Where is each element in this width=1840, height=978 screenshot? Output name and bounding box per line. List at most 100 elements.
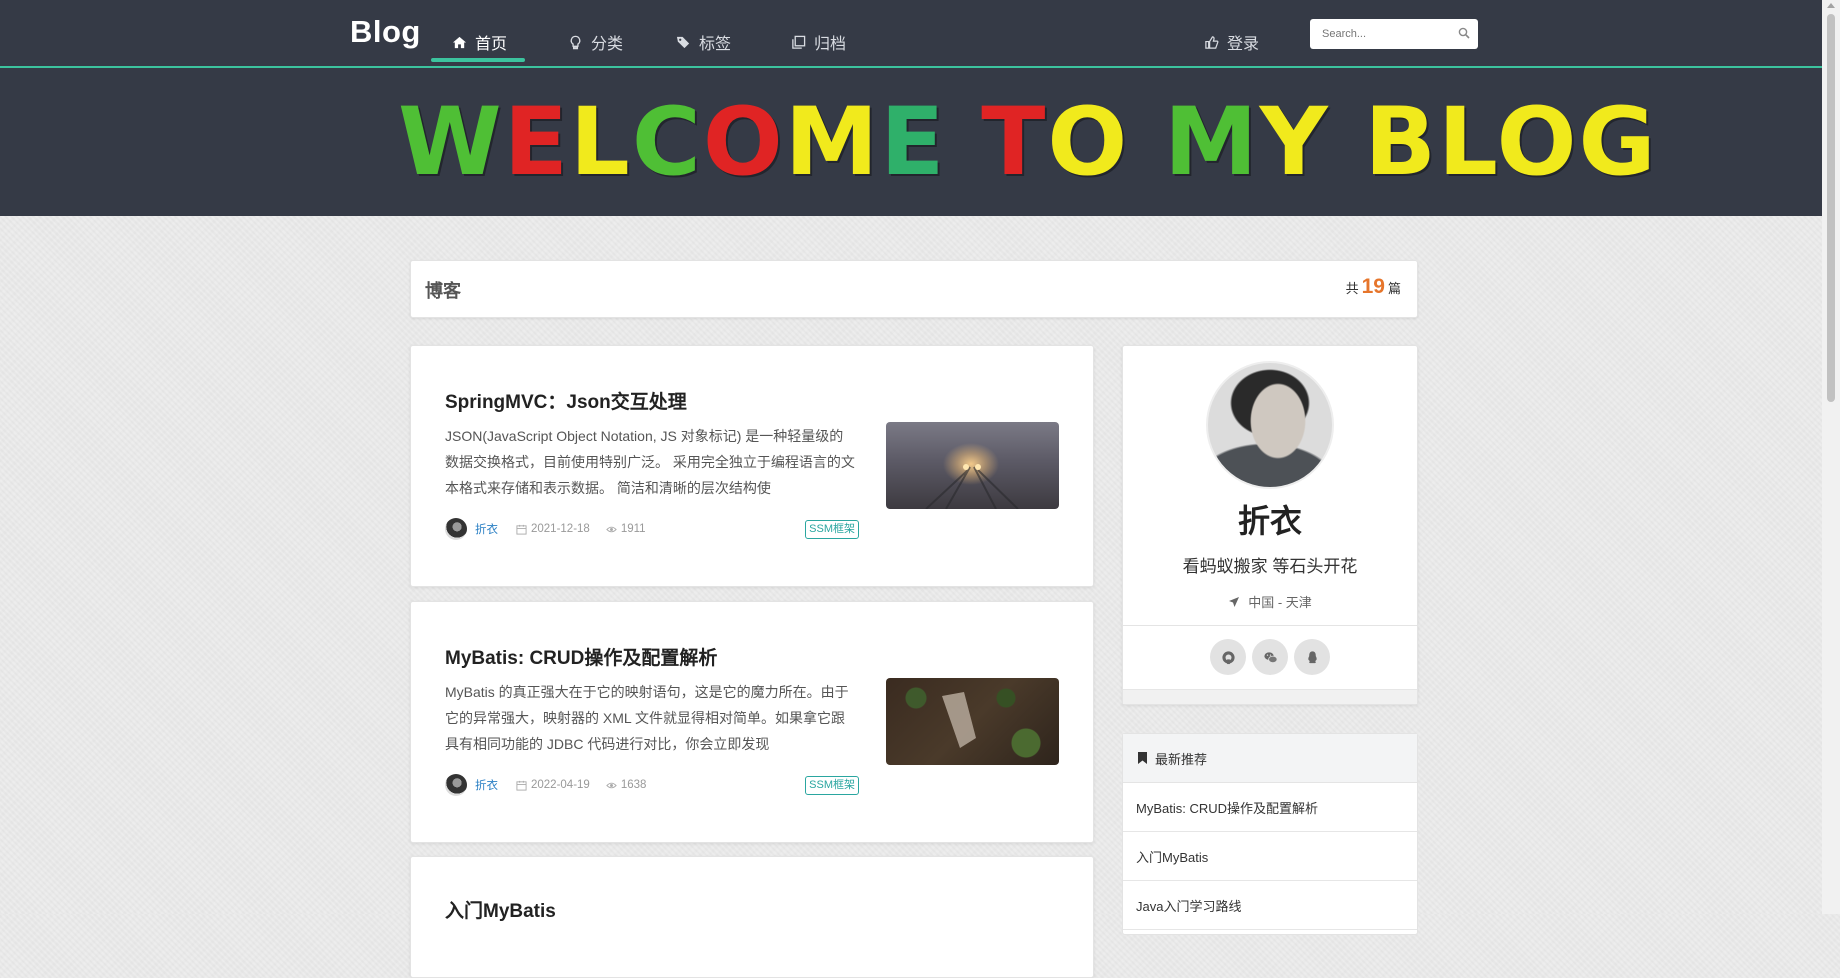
scroll-up-icon[interactable] [1827, 3, 1835, 8]
hero-char: O [702, 88, 785, 197]
hero-char: L [1438, 88, 1497, 197]
calendar-icon [516, 780, 527, 791]
recommend-panel: 最新推荐 MyBatis: CRUD操作及配置解析 入门MyBatis Java… [1122, 733, 1418, 935]
github-button[interactable] [1210, 639, 1246, 675]
article-card: 入门MyBatis [410, 856, 1094, 978]
page-scrollbar[interactable] [1822, 0, 1840, 914]
article-views: 1638 [606, 779, 647, 791]
recommend-item[interactable]: Java入门学习路线 [1123, 881, 1417, 930]
hero-char: T [981, 88, 1048, 197]
wechat-button[interactable] [1252, 639, 1288, 675]
search-input[interactable] [1320, 27, 1454, 41]
views-text: 1911 [620, 523, 646, 535]
profile-motto: 看蚂蚁搬家 等石头开花 [1182, 557, 1358, 576]
date-text: 2021-12-18 [531, 523, 590, 535]
nav-item-label: 首页 [475, 36, 508, 53]
article-card: SpringMVC：Json交互处理 JSON(JavaScript Objec… [410, 345, 1094, 587]
search-icon[interactable] [1458, 27, 1470, 39]
hero-char: C [631, 88, 703, 197]
nav-item-label: 标签 [699, 36, 732, 53]
category-tag[interactable]: SSM框架 [805, 775, 859, 795]
eye-icon [606, 782, 617, 788]
article-meta: 折衣 2022-04-19 1638 SSM框架 [445, 772, 859, 798]
count-suffix: 篇 [1387, 281, 1401, 296]
hero-char: O [1047, 88, 1130, 197]
qq-button[interactable] [1294, 639, 1330, 675]
count-prefix: 共 [1345, 281, 1359, 296]
navbar: Blog 首页 分类 标签 归档 登录 Search... [350, 0, 1480, 66]
article-meta: 折衣 2021-12-18 1911 SSM框架 [445, 516, 859, 542]
hero-char: M [784, 88, 881, 197]
clone-icon [790, 34, 806, 50]
blog-list-header: 博客 共 19 篇 [410, 260, 1418, 318]
recommend-title: 最新推荐 [1155, 751, 1208, 767]
hero-char: G [1578, 88, 1658, 197]
article-date: 2022-04-19 [516, 779, 590, 791]
nav-item-archive[interactable]: 归档 [790, 22, 846, 62]
login-label: 登录 [1227, 36, 1260, 53]
hero-banner-text: WELCOME TO MY BLOG [398, 93, 1656, 193]
social-links [1123, 639, 1417, 675]
article-date: 2021-12-18 [516, 523, 590, 535]
nav-item-label: 分类 [591, 36, 624, 53]
article-thumbnail[interactable] [886, 422, 1059, 509]
section-title: 博客 [425, 281, 461, 301]
article-excerpt: MyBatis 的真正强大在于它的映射语句，这是它的魔力所在。由于它的异常强大，… [445, 684, 849, 752]
profile-divider [1123, 625, 1417, 626]
recommend-item[interactable]: MyBatis: CRUD操作及配置解析 [1123, 783, 1417, 832]
location-text: 中国 - 天津 [1248, 595, 1312, 610]
hero-char: B [1364, 88, 1439, 197]
author-avatar [445, 518, 467, 540]
article-card: MyBatis: CRUD操作及配置解析 MyBatis 的真正强大在于它的映射… [410, 601, 1094, 843]
thumbs-up-icon [1203, 34, 1219, 50]
author-link[interactable]: 折衣 [475, 521, 498, 537]
profile-avatar [1206, 361, 1334, 489]
article-thumbnail[interactable] [886, 678, 1059, 765]
hero-char: L [569, 88, 632, 197]
hero-char: Y [1259, 88, 1330, 197]
post-count: 共 19 篇 [1346, 275, 1401, 299]
bookmark-icon [1138, 752, 1147, 764]
scrollbar-thumb[interactable] [1827, 14, 1835, 402]
nav-item-label: 归档 [814, 36, 847, 53]
nav-item-category[interactable]: 分类 [567, 22, 623, 62]
article-title[interactable]: MyBatis: CRUD操作及配置解析 [445, 643, 717, 670]
search-box [1310, 19, 1478, 49]
profile-location: 中国 - 天津 [1123, 592, 1417, 611]
profile-footer [1123, 689, 1417, 704]
nav-item-home[interactable]: 首页 [451, 22, 507, 62]
calendar-icon [516, 524, 527, 535]
hero-char: W [398, 88, 504, 197]
count-number: 19 [1361, 275, 1385, 298]
category-tag[interactable]: SSM框架 [805, 519, 859, 539]
login-link[interactable]: 登录 [1203, 22, 1259, 62]
author-avatar [445, 774, 467, 796]
hero-char: E [880, 88, 947, 197]
hero-char: M [1164, 88, 1260, 197]
home-icon [451, 34, 467, 50]
article-excerpt: JSON(JavaScript Object Notation, JS 对象标记… [445, 428, 855, 496]
hero-char: E [503, 88, 570, 197]
top-banner: Blog 首页 分类 标签 归档 登录 Search... WELCOME TO… [0, 0, 1822, 216]
hero-char: O [1496, 88, 1579, 197]
nav-accent-line [0, 66, 1822, 68]
github-icon [1221, 650, 1235, 664]
article-title[interactable]: SpringMVC：Json交互处理 [445, 387, 687, 414]
brand-logo[interactable]: Blog [350, 14, 421, 50]
wechat-icon [1263, 651, 1277, 663]
eye-icon [606, 526, 617, 532]
recommend-header: 最新推荐 [1123, 734, 1417, 783]
views-text: 1638 [620, 779, 647, 791]
profile-name: 折衣 [1237, 503, 1302, 539]
profile-card: 折衣 看蚂蚁搬家 等石头开花 中国 - 天津 [1122, 345, 1418, 705]
recommend-item[interactable]: 入门MyBatis [1123, 832, 1417, 881]
tags-icon [675, 34, 691, 50]
article-views: 1911 [606, 523, 646, 535]
plane-icon [1229, 596, 1240, 607]
date-text: 2022-04-19 [531, 779, 590, 791]
lightbulb-icon [567, 34, 583, 50]
nav-item-tags[interactable]: 标签 [675, 22, 731, 62]
author-link[interactable]: 折衣 [475, 777, 498, 793]
article-title[interactable]: 入门MyBatis [445, 896, 556, 923]
active-nav-indicator [431, 58, 525, 62]
